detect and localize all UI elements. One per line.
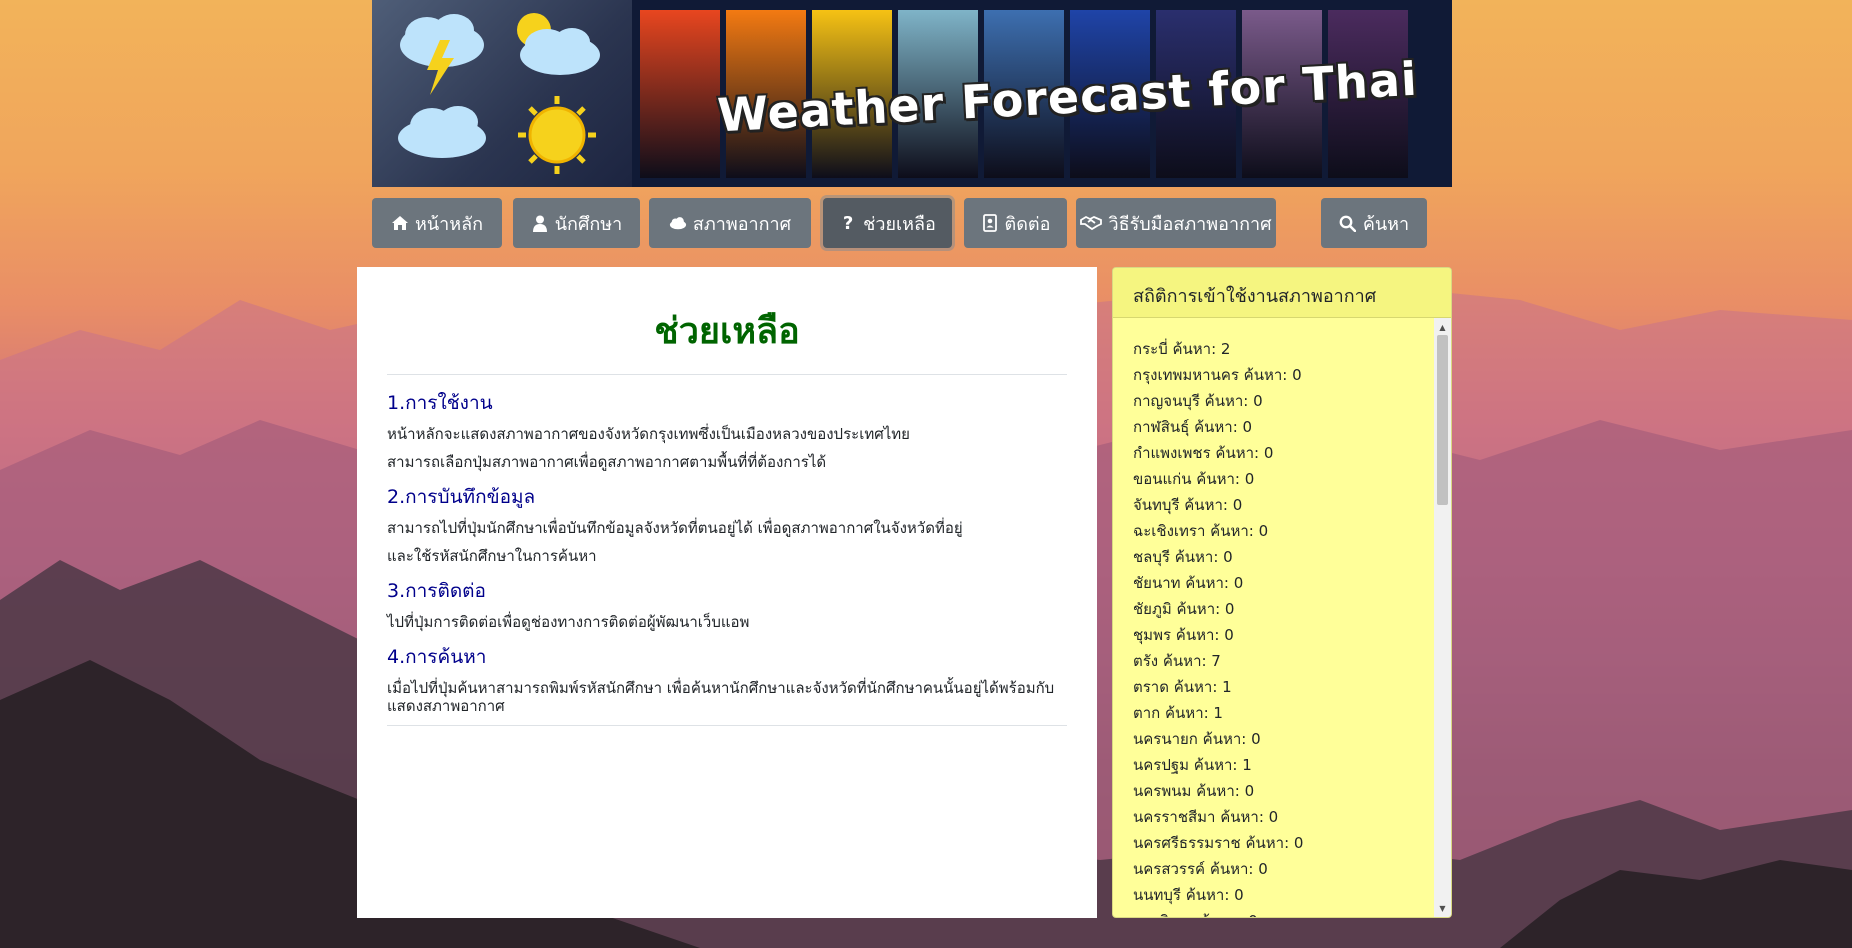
- weather-icons-panel: [372, 0, 632, 187]
- stats-panel-title: สถิติการเข้าใช้งานสภาพอากาศ: [1113, 268, 1451, 318]
- storm-cloud-icon: [400, 14, 484, 95]
- stats-item: นนทบุรี ค้นหา: 0: [1133, 886, 1244, 904]
- section-text: หน้าหลักจะแสดงสภาพอากาศของจังหวัดกรุงเทพ…: [387, 425, 910, 443]
- stats-item: นครพนม ค้นหา: 0: [1133, 782, 1255, 800]
- nav-students-button[interactable]: นักศึกษา: [513, 198, 640, 248]
- stats-item: ชัยภูมิ ค้นหา: 0: [1133, 600, 1235, 618]
- scroll-thumb[interactable]: [1437, 335, 1448, 505]
- sun-cloud-icon: [517, 13, 600, 75]
- stats-item: นครศรีธรรมราช ค้นหา: 0: [1133, 834, 1304, 852]
- stats-item: ตราด ค้นหา: 1: [1133, 678, 1232, 696]
- nav-label: สภาพอากาศ: [692, 213, 792, 235]
- handshake-icon: [1080, 214, 1103, 232]
- section-text: เมื่อไปที่ปุ่มค้นหาสามารถพิมพ์รหัสนักศึก…: [387, 679, 1055, 715]
- cloud-icon: [669, 214, 687, 232]
- section-text: สามารถเลือกปุ่มสภาพอากาศเพื่อดูสภาพอากาศ…: [387, 453, 827, 471]
- stats-item: กระบี่ ค้นหา: 2: [1133, 340, 1231, 358]
- divider: [387, 374, 1067, 375]
- sun-icon: [518, 96, 596, 174]
- nav-label: นักศึกษา: [554, 213, 623, 235]
- stats-item: ชลบุรี ค้นหา: 0: [1133, 548, 1233, 566]
- nav-label: หน้าหลัก: [414, 213, 484, 235]
- nav-label: วิธีรับมือสภาพอากาศ: [1108, 213, 1272, 235]
- stats-item: ตาก ค้นหา: 1: [1133, 704, 1223, 722]
- nav-weather-tips-button[interactable]: วิธีรับมือสภาพอากาศ: [1076, 198, 1276, 248]
- page-title: ช่วยเหลือ: [654, 311, 800, 352]
- nav-label: ช่วยเหลือ: [863, 213, 936, 235]
- nav-contact-button[interactable]: ติดต่อ: [964, 198, 1067, 248]
- stats-item: กาญจนบุรี ค้นหา: 0: [1133, 392, 1263, 410]
- help-panel: ช่วยเหลือ 1.การใช้งาน หน้าหลักจะแสดงสภาพ…: [357, 267, 1097, 918]
- scroll-down-arrow-icon[interactable]: ▼: [1434, 901, 1451, 915]
- home-icon: [391, 214, 409, 232]
- scroll-up-arrow-icon[interactable]: ▲: [1434, 320, 1451, 334]
- nav-label: ค้นหา: [1362, 213, 1410, 235]
- weather-photo-stripe: [640, 10, 720, 178]
- help-section-save-data: 2.การบันทึกข้อมูล สามารถไปที่ปุ่มนักศึกษ…: [387, 485, 1067, 565]
- stats-item: นครนายก ค้นหา: 0: [1133, 730, 1261, 748]
- stats-item: จันทบุรี ค้นหา: 0: [1133, 496, 1243, 514]
- stats-item: ชัยนาท ค้นหา: 0: [1133, 574, 1244, 592]
- search-icon: [1339, 214, 1357, 232]
- stats-item: ชุมพร ค้นหา: 0: [1133, 626, 1234, 644]
- section-text: สามารถไปที่ปุ่มนักศึกษาเพื่อบันทึกข้อมูล…: [387, 519, 963, 537]
- section-text: และใช้รหัสนักศึกษาในการค้นหา: [387, 547, 597, 565]
- stats-item: ฉะเชิงเทรา ค้นหา: 0: [1133, 522, 1269, 540]
- section-heading: 3.การติดต่อ: [387, 580, 486, 602]
- nav-help-button[interactable]: ? ช่วยเหลือ: [823, 198, 952, 248]
- stats-item: นครสวรรค์ ค้นหา: 0: [1133, 860, 1268, 878]
- stats-list: กระบี่ ค้นหา: 2 กรุงเทพมหานคร ค้นหา: 0 กาญ…: [1113, 318, 1451, 917]
- help-section-contact: 3.การติดต่อ ไปที่ปุ่มการติดต่อเพื่อดูช่อ…: [387, 579, 1067, 631]
- stats-item: กำแพงเพชร ค้นหา: 0: [1133, 444, 1274, 462]
- divider: [387, 725, 1067, 726]
- stats-item: ขอนแก่น ค้นหา: 0: [1133, 470, 1255, 488]
- section-heading: 4.การค้นหา: [387, 646, 487, 668]
- stats-item: นครปฐม ค้นหา: 1: [1133, 756, 1252, 774]
- stats-scrollbar[interactable]: ▲ ▼: [1434, 318, 1451, 917]
- question-icon: ?: [842, 212, 854, 234]
- stats-item: นราธิวาส ค้นหา: 0: [1133, 908, 1431, 917]
- stats-item: กาฬสินธุ์ ค้นหา: 0: [1133, 418, 1253, 436]
- stats-scroll-area[interactable]: กระบี่ ค้นหา: 2 กรุงเทพมหานคร ค้นหา: 0 กาญ…: [1113, 318, 1451, 917]
- stats-item: กรุงเทพมหานคร ค้นหา: 0: [1133, 366, 1302, 384]
- nav-home-button[interactable]: หน้าหลัก: [372, 198, 502, 248]
- site-banner: Weather Forecast for Thai: [372, 0, 1452, 187]
- user-icon: [531, 214, 549, 232]
- nav-search-button[interactable]: ค้นหา: [1321, 198, 1427, 248]
- help-section-search: 4.การค้นหา เมื่อไปที่ปุ่มค้นหาสามารถพิมพ…: [387, 645, 1067, 715]
- section-text: ไปที่ปุ่มการติดต่อเพื่อดูช่องทางการติดต่…: [387, 613, 750, 631]
- nav-label: ติดต่อ: [1004, 213, 1051, 235]
- stats-item: นครราชสีมา ค้นหา: 0: [1133, 808, 1279, 826]
- section-heading: 2.การบันทึกข้อมูล: [387, 486, 536, 508]
- nav-weather-button[interactable]: สภาพอากาศ: [649, 198, 811, 248]
- contact-card-icon: [981, 214, 999, 232]
- stats-item: ตรัง ค้นหา: 7: [1133, 652, 1221, 670]
- help-section-usage: 1.การใช้งาน หน้าหลักจะแสดงสภาพอากาศของจั…: [387, 391, 1067, 471]
- cloud-icon: [398, 106, 486, 158]
- section-heading: 1.การใช้งาน: [387, 392, 493, 414]
- stats-panel: สถิติการเข้าใช้งานสภาพอากาศ กระบี่ ค้นหา…: [1112, 267, 1452, 918]
